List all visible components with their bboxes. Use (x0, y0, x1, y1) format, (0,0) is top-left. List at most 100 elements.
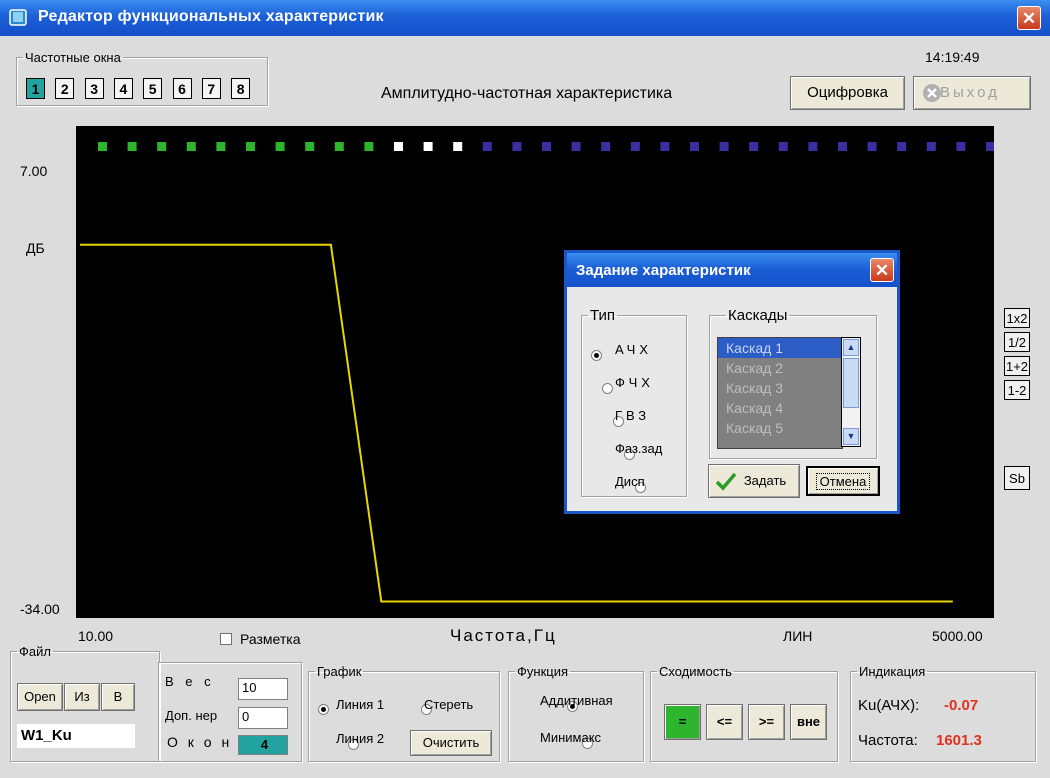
convergence-legend: Сходимость (659, 664, 732, 679)
open-button[interactable]: Open (17, 683, 63, 711)
cancel-label: Отмена (815, 473, 871, 490)
side-button[interactable]: 1+2 (1004, 356, 1030, 376)
function-group: Функция (508, 664, 644, 762)
scroll-up-icon[interactable]: ▲ (843, 339, 859, 356)
side-button[interactable]: 1/2 (1004, 332, 1030, 352)
out-button[interactable]: вне (790, 704, 827, 740)
indicator-square (275, 142, 285, 151)
grid-checkbox[interactable] (220, 633, 232, 645)
cascade-item[interactable]: Каскад 2 (718, 358, 842, 378)
indicator-square (216, 142, 226, 151)
type-group: Тип (581, 307, 687, 497)
freq-window-button[interactable]: 5 (143, 78, 163, 99)
close-icon[interactable]: ✕ (1017, 6, 1041, 30)
cascade-item[interactable]: Каскад 5 (718, 418, 842, 438)
side-button[interactable]: 1-2 (1004, 380, 1030, 400)
side-button[interactable]: 1x2 (1004, 308, 1030, 328)
cascades-legend: Каскады (728, 307, 788, 324)
type-radio-label: Фаз.зад (615, 441, 663, 456)
indicator-square (778, 142, 788, 151)
cascades-items: Каскад 1 Каскад 2 Каскад 3 Каскад 4 Каскад 5 (718, 338, 842, 438)
sb-button[interactable]: Sb (1004, 466, 1030, 490)
scroll-thumb[interactable] (843, 358, 859, 408)
indicator-square (571, 142, 581, 151)
function-legend: Функция (517, 664, 568, 679)
eq-button[interactable]: = (664, 704, 701, 740)
okon-label: О к о н (167, 734, 233, 750)
le-button[interactable]: <= (706, 704, 743, 740)
indicator-square (127, 142, 137, 151)
set-characteristics-dialog: Задание характеристик ✕ Тип АЧХ ФЧХ ГВЗ Фаз… (564, 250, 900, 514)
indicator-square (98, 142, 107, 151)
dialog-title-bar: Задание характеристик ✕ (567, 253, 897, 287)
line1-label: Линия 1 (336, 697, 385, 712)
cascade-item[interactable]: Каскад 3 (718, 378, 842, 398)
ok-label: Задать (743, 473, 787, 488)
filename-field[interactable]: W1_Ku (17, 724, 135, 748)
type-radio[interactable] (602, 382, 613, 394)
indicator-square (364, 142, 374, 151)
indicator-square (453, 142, 463, 151)
freq-window-button[interactable]: 4 (113, 78, 133, 99)
title-bar: Редактор функциональных характеристик ✕ (0, 0, 1050, 36)
indicator-square (482, 142, 492, 151)
indicator-square (542, 142, 551, 151)
indicator-square (808, 142, 818, 151)
line2-label: Линия 2 (336, 731, 385, 746)
chart-title: Амплитудно-частотная характеристика (381, 85, 673, 102)
indicator-square (749, 142, 759, 151)
indicator-square (660, 142, 670, 151)
cascade-item[interactable]: Каскад 4 (718, 398, 842, 418)
indicator-square (186, 142, 196, 151)
x-right-label: 5000.00 (932, 628, 983, 644)
cancel-button[interactable]: Отмена (806, 466, 880, 496)
okon-value: 4 (238, 735, 288, 755)
type-radio-label: АЧХ (615, 342, 652, 357)
indicator-square (630, 142, 640, 151)
indicator-square (897, 142, 907, 151)
type-radio[interactable] (591, 349, 602, 361)
digitize-button[interactable]: Оцифровка (790, 76, 905, 110)
clock-time: 14:19:49 (925, 49, 980, 65)
ves-input[interactable]: 10 (238, 678, 288, 700)
indicator-square (926, 142, 936, 151)
y-top-label: 7.00 (20, 163, 48, 179)
scale-label: ЛИН (783, 628, 813, 644)
cascade-item[interactable]: Каскад 1 (718, 338, 842, 358)
type-radio-label: ГВЗ (615, 408, 651, 423)
scroll-down-icon[interactable]: ▼ (843, 428, 859, 445)
exit-label: Выход (940, 84, 1000, 101)
type-radio-label: ФЧХ (615, 375, 654, 390)
minimax-label: Минимакс (540, 730, 602, 745)
line1-radio[interactable] (318, 703, 329, 715)
freq-windows-legend: Частотные окна (25, 50, 121, 65)
freq-window-button[interactable]: 1 (26, 78, 45, 99)
indicator-square (246, 142, 255, 151)
indicator-square (423, 142, 433, 151)
x-left-label: 10.00 (78, 628, 114, 644)
exit-icon (923, 84, 941, 102)
clear-button[interactable]: Очистить (410, 730, 492, 756)
dialog-close-icon[interactable]: ✕ (870, 258, 894, 282)
indicator-square (334, 142, 344, 151)
indicator-square (838, 142, 847, 151)
freq-window-button[interactable]: 2 (55, 78, 75, 99)
freq-window-button[interactable]: 8 (231, 78, 251, 99)
ge-button[interactable]: >= (748, 704, 785, 740)
indicator-row (98, 142, 995, 151)
indicator-square (601, 142, 611, 151)
graph-legend: График (317, 664, 362, 679)
cascades-scrollbar[interactable]: ▲ ▼ (841, 337, 861, 447)
indicator-square (157, 142, 167, 151)
freq-window-button[interactable]: 3 (84, 78, 104, 99)
freq-window-button[interactable]: 6 (172, 78, 192, 99)
cascades-listbox[interactable]: Каскад 1 Каскад 2 Каскад 3 Каскад 4 Каскад 5 (717, 337, 843, 449)
iz-button[interactable]: Из (64, 683, 100, 711)
freq-label: Частота: (858, 732, 918, 749)
erase-label: Стереть (424, 697, 474, 712)
indicator-square (394, 142, 403, 151)
v-button[interactable]: В (101, 683, 135, 711)
freq-window-button[interactable]: 7 (201, 78, 221, 99)
dopner-input[interactable]: 0 (238, 707, 288, 729)
window-title: Редактор функциональных характеристик (38, 8, 384, 25)
